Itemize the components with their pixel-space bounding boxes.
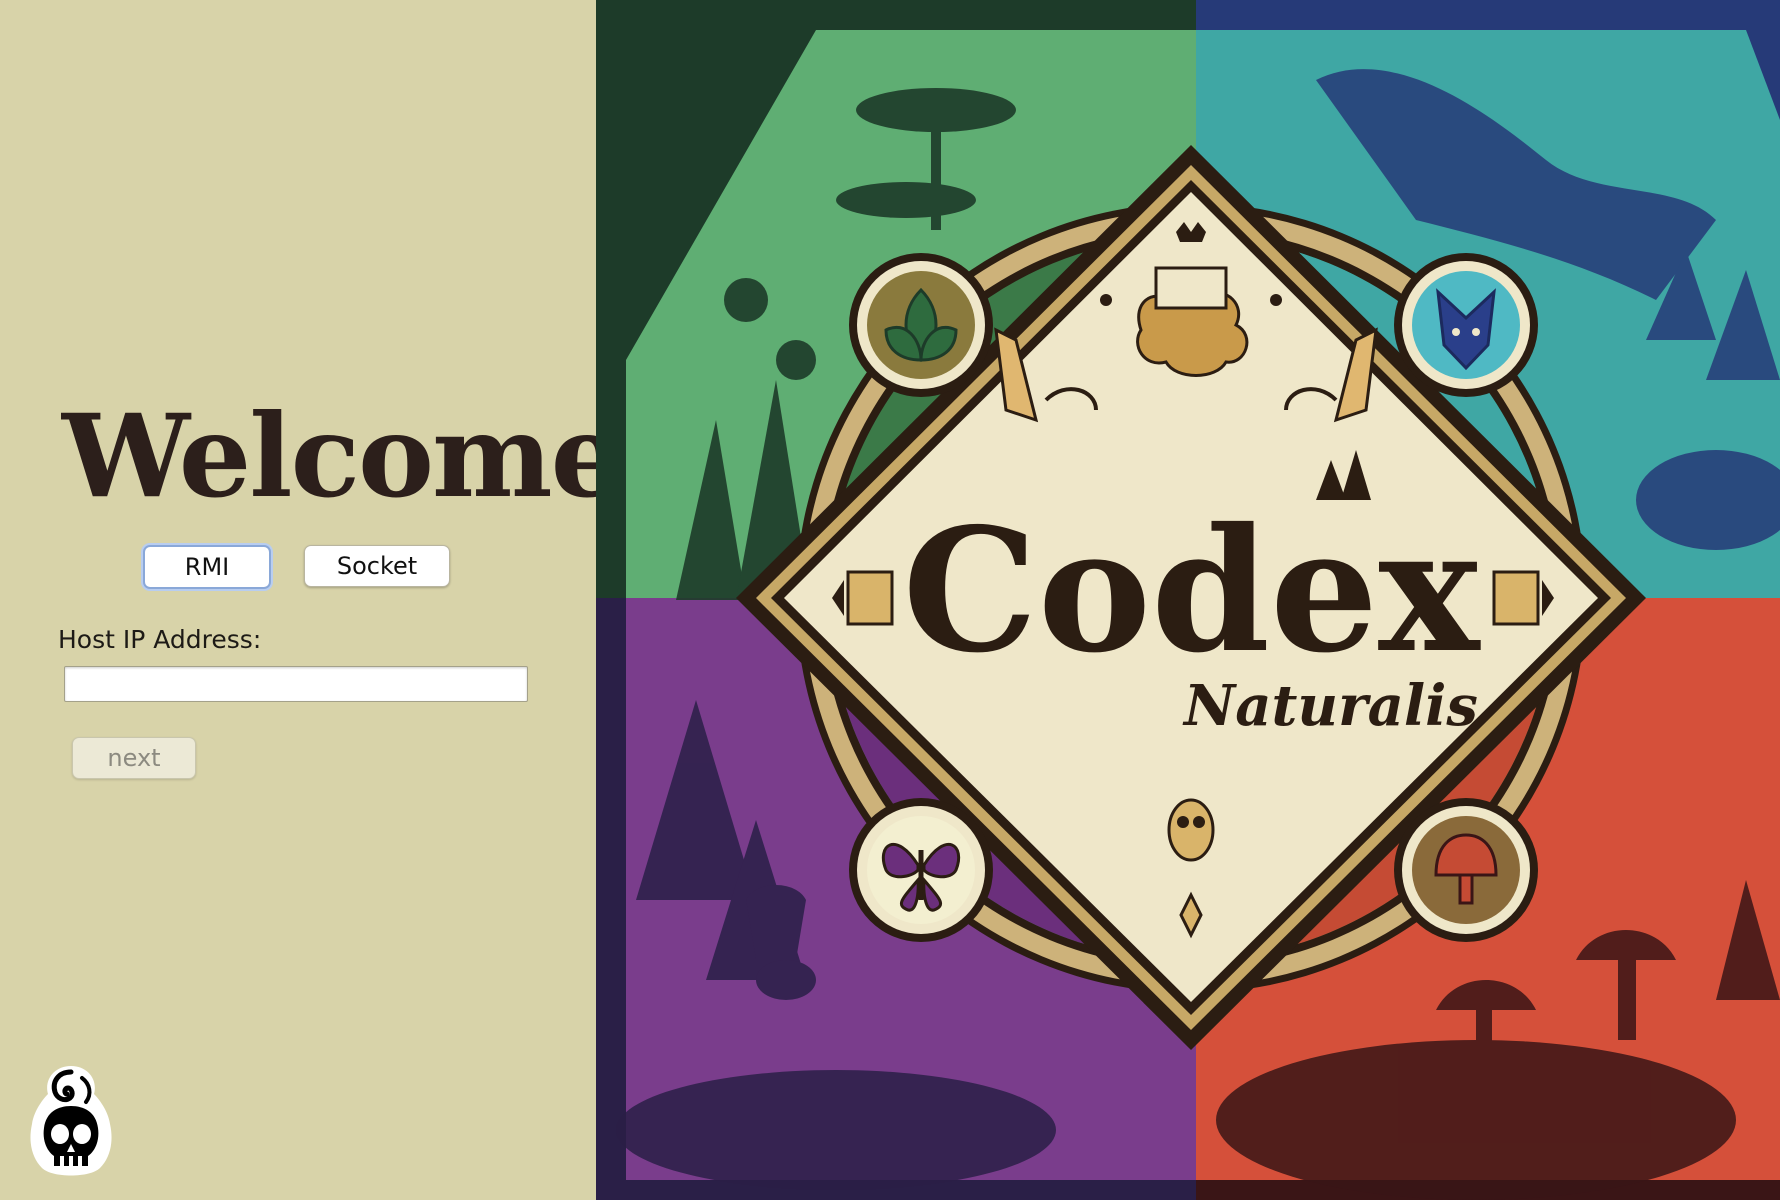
fox-icon: [1394, 253, 1538, 397]
mushroom-icon: [1394, 798, 1538, 942]
butterfly-icon: [849, 798, 993, 942]
welcome-title: Welcome: [62, 389, 623, 523]
connection-panel: Welcome RMI Socket Host IP Address: next: [0, 0, 623, 1200]
skull-logo-icon: [30, 1066, 112, 1176]
codex-naturalis-cover-art: Codex Naturalis: [596, 0, 1780, 1200]
host-ip-label: Host IP Address:: [58, 625, 262, 654]
next-button[interactable]: next: [72, 737, 196, 779]
cover-subtitle: Naturalis: [1182, 673, 1478, 739]
host-ip-input[interactable]: [64, 666, 528, 702]
cover-title: Codex: [902, 491, 1481, 691]
rmi-button[interactable]: RMI: [143, 545, 271, 589]
socket-button[interactable]: Socket: [304, 545, 450, 587]
leaf-icon: [849, 253, 993, 397]
